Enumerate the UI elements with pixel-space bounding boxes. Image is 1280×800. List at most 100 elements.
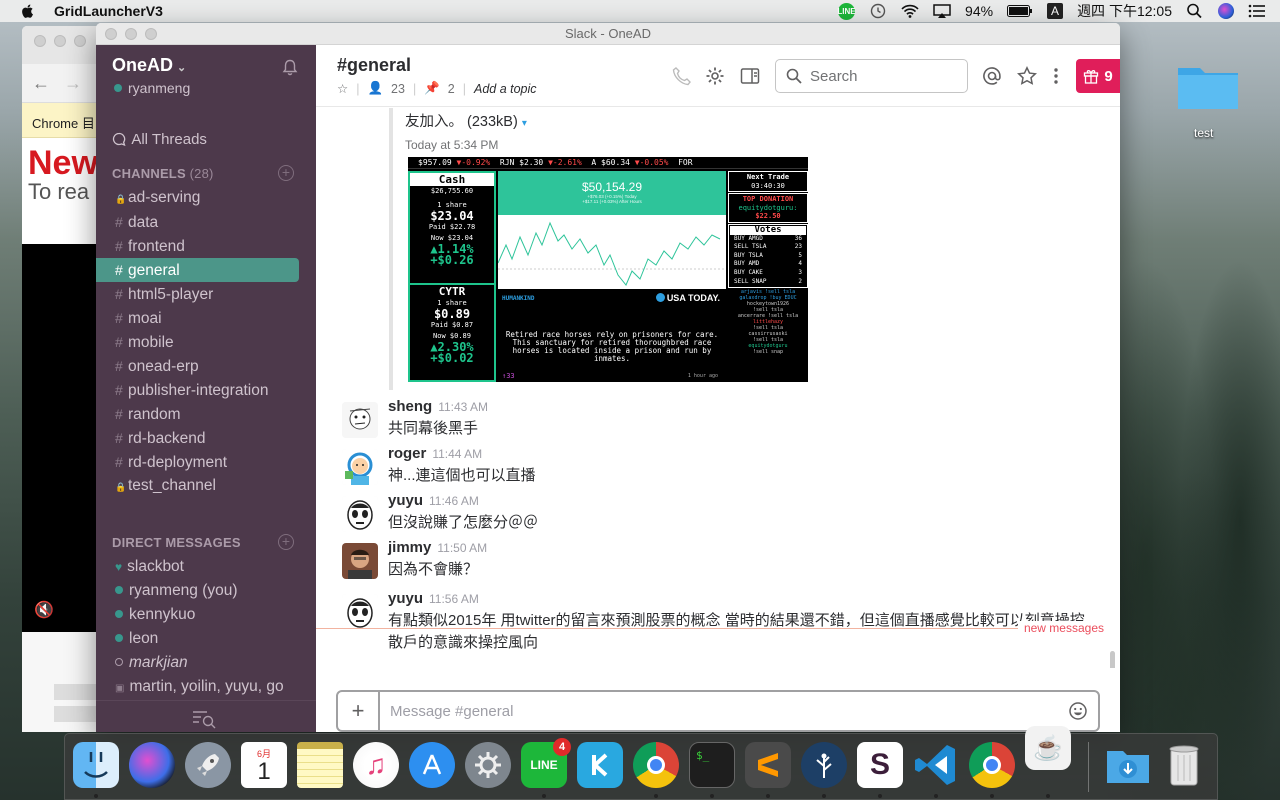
terminal-icon[interactable]: $_: [689, 742, 735, 788]
sender-name[interactable]: yuyu: [388, 492, 423, 509]
forward-arrow-icon[interactable]: →: [64, 73, 82, 94]
slack-window[interactable]: Slack - OneAD OneAD ⌄ ryanmeng All Thread…: [96, 23, 1120, 732]
dm-item[interactable]: markjian: [96, 651, 316, 675]
message-timestamp[interactable]: 11:50 AM: [437, 541, 487, 555]
downloads-stack-icon[interactable]: [1105, 742, 1151, 788]
sidebar-channel-publisher-integration[interactable]: # publisher-integration: [96, 378, 316, 402]
notification-bell-icon[interactable]: [282, 59, 298, 77]
apple-menu-icon[interactable]: [20, 3, 36, 19]
sidebar-channel-mobile[interactable]: # mobile: [96, 330, 316, 354]
sourcetree-icon[interactable]: [801, 742, 847, 788]
battery-percent[interactable]: 94%: [965, 3, 993, 19]
wifi-icon[interactable]: [901, 3, 919, 19]
dm-header[interactable]: DIRECT MESSAGES: [112, 535, 241, 550]
sidebar-channel-general[interactable]: # general: [96, 258, 299, 282]
chrome-canary-icon[interactable]: [969, 742, 1015, 788]
active-app-name[interactable]: GridLauncherV3: [54, 3, 163, 19]
sidebar-channel-ad-serving[interactable]: 🔒 ad-serving: [96, 186, 316, 210]
notification-center-icon[interactable]: [1248, 3, 1266, 19]
avatar[interactable]: [342, 449, 378, 485]
team-switcher[interactable]: OneAD ⌄: [112, 55, 186, 76]
dm-item[interactable]: kennykuo: [96, 603, 316, 627]
slack-dock-icon[interactable]: S: [857, 742, 903, 788]
attachment-filename[interactable]: 友加入。 (233kB) ▾: [405, 110, 1089, 131]
dm-item[interactable]: ▣ martin, yoilin, yuyu, go: [96, 675, 316, 699]
siri-dock-icon[interactable]: [129, 742, 175, 788]
mentions-icon[interactable]: [982, 66, 1002, 86]
input-source-icon[interactable]: A: [1047, 3, 1064, 19]
line-app-icon[interactable]: LINE 4: [521, 738, 571, 788]
sidebar-channel-html5-player[interactable]: # html5-player: [96, 282, 316, 306]
toggle-details-icon[interactable]: [740, 66, 760, 86]
star-icon[interactable]: ☆: [337, 81, 348, 96]
vscode-icon[interactable]: [913, 742, 959, 788]
message-timestamp[interactable]: 11:46 AM: [429, 494, 479, 508]
more-options-icon[interactable]: [1046, 66, 1066, 86]
slack-close-button[interactable]: [105, 28, 117, 40]
avatar[interactable]: [342, 543, 378, 579]
scrollbar[interactable]: [1110, 651, 1115, 668]
all-threads-link[interactable]: All Threads: [112, 131, 207, 148]
add-attachment-button[interactable]: +: [338, 692, 380, 730]
desktop-folder-label[interactable]: test: [1194, 126, 1213, 140]
add-channel-button[interactable]: +: [278, 165, 294, 181]
finder-icon[interactable]: [73, 742, 119, 788]
sidebar-channel-rd-backend[interactable]: # rd-backend: [96, 426, 316, 450]
member-icon[interactable]: 👤: [367, 81, 383, 96]
avatar[interactable]: [342, 402, 378, 438]
notes-icon[interactable]: [297, 742, 343, 788]
pin-count[interactable]: 2: [448, 82, 455, 96]
slack-zoom-button[interactable]: [145, 28, 157, 40]
desktop-folder-icon[interactable]: [1176, 62, 1240, 112]
menubar-clock[interactable]: 週四 下午12:05: [1077, 1, 1172, 21]
dm-item[interactable]: ♥ slackbot: [96, 555, 316, 579]
channel-title[interactable]: #general: [337, 55, 411, 76]
siri-icon[interactable]: [1218, 3, 1234, 19]
current-user[interactable]: ryanmeng: [114, 80, 190, 96]
attachment-image[interactable]: $957.09 ▼-0.92% RJN $2.30 ▼-2.61% A $60.…: [408, 157, 808, 382]
phone-call-icon[interactable]: [672, 66, 692, 86]
calendar-icon[interactable]: 6月 1: [241, 742, 287, 788]
search-input[interactable]: Search: [775, 59, 968, 93]
message-timestamp[interactable]: 11:44 AM: [432, 447, 482, 461]
slack-minimize-button[interactable]: [125, 28, 137, 40]
back-arrow-icon[interactable]: ←: [32, 73, 50, 94]
launchpad-icon[interactable]: [185, 742, 231, 788]
chrome-close-button[interactable]: [34, 35, 46, 47]
dm-item[interactable]: leon: [96, 627, 316, 651]
dm-item[interactable]: ryanmeng (you): [96, 579, 316, 603]
message-composer[interactable]: + Message #general: [336, 690, 1100, 732]
starred-items-icon[interactable]: [1017, 66, 1037, 86]
expand-caret-icon[interactable]: ▾: [522, 118, 527, 129]
message-input[interactable]: Message #general: [380, 703, 1058, 720]
itunes-icon[interactable]: ♫: [353, 742, 399, 788]
channels-header[interactable]: CHANNELS (28): [112, 166, 214, 181]
java-icon[interactable]: ☕: [1025, 726, 1071, 770]
add-topic-link[interactable]: Add a topic: [474, 82, 537, 96]
chrome-dock-icon[interactable]: [633, 742, 679, 788]
sublime-text-icon[interactable]: [745, 742, 791, 788]
avatar[interactable]: [342, 594, 378, 630]
airplay-icon[interactable]: [933, 3, 951, 19]
sender-name[interactable]: roger: [388, 445, 426, 462]
sender-name[interactable]: jimmy: [388, 539, 431, 556]
mute-icon[interactable]: 🔇: [34, 600, 54, 620]
sidebar-channel-rd-deployment[interactable]: # rd-deployment: [96, 450, 316, 474]
sidebar-channel-test_channel[interactable]: 🔒 test_channel: [96, 474, 316, 498]
system-preferences-icon[interactable]: [465, 742, 511, 788]
avatar[interactable]: [342, 496, 378, 532]
channel-settings-icon[interactable]: [705, 66, 725, 86]
message-timestamp[interactable]: 11:43 AM: [438, 400, 488, 414]
sidebar-channel-onead-erp[interactable]: # onead-erp: [96, 354, 316, 378]
member-count[interactable]: 23: [391, 82, 405, 96]
sidebar-channel-frontend[interactable]: # frontend: [96, 234, 316, 258]
spotlight-search-icon[interactable]: [1186, 3, 1204, 19]
message-timestamp[interactable]: 11:56 AM: [429, 592, 479, 606]
sidebar-channel-data[interactable]: # data: [96, 210, 316, 234]
sender-name[interactable]: sheng: [388, 398, 432, 415]
sender-name[interactable]: yuyu: [388, 590, 423, 607]
chrome-minimize-button[interactable]: [54, 35, 66, 47]
sidebar-channel-moai[interactable]: # moai: [96, 306, 316, 330]
gift-badge-button[interactable]: 9: [1076, 59, 1120, 93]
app-store-icon[interactable]: [409, 742, 455, 788]
